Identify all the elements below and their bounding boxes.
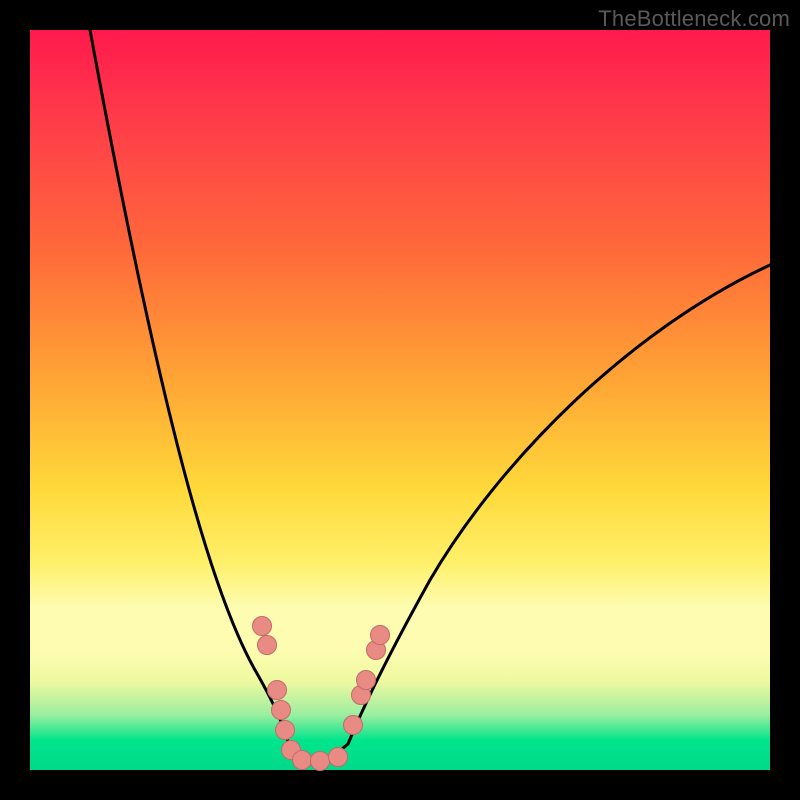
marker-layer (30, 30, 770, 770)
marker-point-a (252, 616, 272, 636)
marker-point-e (275, 720, 295, 740)
marker-point-j (343, 715, 363, 735)
watermark-text: TheBottleneck.com (598, 6, 790, 32)
marker-point-b (257, 635, 277, 655)
marker-point-l (356, 670, 376, 690)
chart-frame: TheBottleneck.com (0, 0, 800, 800)
plot-area (30, 30, 770, 770)
marker-point-d (271, 700, 291, 720)
marker-point-n (370, 625, 390, 645)
marker-point-i (328, 747, 348, 767)
marker-point-h (310, 751, 330, 771)
marker-point-g (292, 750, 312, 770)
marker-point-c (267, 680, 287, 700)
